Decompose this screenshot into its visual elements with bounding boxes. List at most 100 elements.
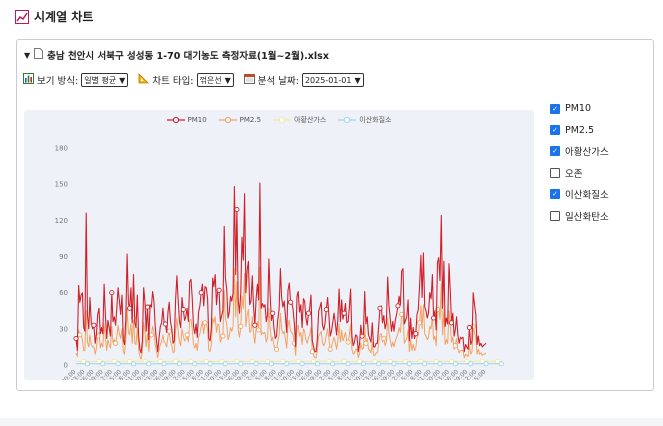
analysis-date-control: 분석 날짜: 2025-01-01 ▼ — [243, 73, 364, 87]
data-point — [466, 325, 472, 331]
data-point — [314, 361, 320, 367]
chart-area: PM10 PM2.5 아황산가스 이산화질소 03060901201501800… — [24, 110, 534, 380]
data-point — [323, 306, 329, 313]
data-point — [468, 361, 474, 367]
data-point — [220, 333, 226, 339]
data-point — [161, 361, 167, 367]
pollutant-option-o3[interactable]: 오존 — [550, 162, 609, 183]
data-point — [222, 361, 228, 367]
y-tick-label: 120 — [55, 217, 68, 225]
pollutant-option-so2[interactable]: ✓ 아황산가스 — [550, 141, 609, 162]
pollutant-option-co[interactable]: 일산화탄소 — [550, 205, 609, 226]
data-point — [91, 322, 97, 328]
data-point — [176, 361, 183, 367]
collapse-caret-icon[interactable]: ▼ — [24, 51, 30, 60]
data-point — [448, 320, 455, 326]
analysis-date-select[interactable]: 2025-01-01 ▼ — [301, 73, 364, 87]
checkbox-so2[interactable]: ✓ — [550, 146, 560, 157]
data-point — [341, 310, 347, 316]
pollutant-option-pm10[interactable]: ✓ PM10 — [550, 98, 609, 119]
data-point — [273, 346, 280, 352]
y-tick-label: 60 — [59, 289, 68, 297]
checkbox-pm10[interactable]: ✓ — [550, 103, 560, 114]
page-title: 시계열 차트 — [34, 10, 94, 24]
bar-chart-icon — [23, 73, 34, 87]
data-point — [238, 323, 244, 329]
data-point — [144, 304, 151, 310]
pollutant-checklist: ✓ PM10 ✓ PM2.5 ✓ 아황산가스 오존 ✓ 이산화질소 일산화탄소 — [550, 98, 609, 226]
data-point — [288, 299, 294, 305]
data-point — [381, 335, 387, 342]
data-point — [437, 361, 443, 367]
data-point — [327, 346, 333, 352]
data-point — [391, 361, 397, 367]
data-point — [207, 361, 213, 367]
pollutant-option-pm25[interactable]: ✓ PM2.5 — [550, 119, 609, 140]
checkbox-pm25[interactable]: ✓ — [550, 125, 560, 136]
data-point — [148, 332, 154, 338]
data-point — [413, 331, 419, 337]
data-point — [406, 361, 412, 367]
data-point — [162, 321, 168, 327]
triangle-ruler-icon — [138, 73, 150, 87]
y-tick-label: 90 — [59, 253, 68, 261]
data-point — [234, 358, 240, 364]
data-point — [422, 361, 428, 367]
data-point — [238, 361, 244, 367]
checkbox-no2[interactable]: ✓ — [550, 189, 560, 200]
checkbox-co[interactable] — [550, 210, 560, 221]
data-point — [234, 206, 240, 213]
data-point — [115, 361, 121, 367]
pollutant-label-no2: 이산화질소 — [565, 190, 609, 202]
data-point — [173, 358, 179, 364]
chart-type-select[interactable]: 꺾은선 ▼ — [196, 73, 234, 87]
data-point — [395, 303, 401, 309]
chevron-down-icon: ▼ — [119, 75, 126, 85]
data-point — [202, 320, 208, 326]
data-point — [452, 361, 458, 367]
data-point — [452, 343, 458, 349]
data-point — [270, 310, 276, 316]
data-point — [77, 332, 83, 338]
file-icon — [34, 48, 44, 62]
data-point — [376, 361, 382, 367]
y-tick-label: 30 — [59, 325, 68, 333]
y-tick-label: 0 — [64, 362, 68, 370]
file-header[interactable]: ▼ 충남 천안시 서북구 성성동 1-70 대기농도 측정자료(1월~2월).x… — [24, 48, 329, 62]
line-chart: 030609012015018001-01 00:0001-02 03:0001… — [47, 145, 504, 380]
pollutant-option-no2[interactable]: ✓ 이산화질소 — [550, 184, 609, 205]
view-mode-control: 보기 방식: 일별 평균 ▼ — [23, 73, 129, 87]
line-chart-icon — [15, 9, 29, 24]
analysis-date-label: 분석 날짜: — [257, 76, 299, 87]
data-point — [109, 290, 115, 296]
data-point — [309, 349, 315, 355]
data-point — [73, 335, 79, 342]
data-point — [268, 361, 274, 367]
data-point — [216, 287, 222, 293]
y-tick-label: 150 — [55, 181, 68, 189]
data-point — [360, 361, 366, 367]
data-point — [417, 320, 423, 326]
chart-controls: 보기 방식: 일별 평균 ▼ 차트 타입: 꺾은선 ▼ 분석 날짜: 2025-… — [23, 73, 374, 87]
view-mode-select[interactable]: 일별 평균 ▼ — [81, 73, 129, 87]
checkbox-o3[interactable] — [550, 167, 560, 178]
pollutant-label-pm10: PM10 — [565, 103, 592, 115]
data-point — [345, 339, 351, 345]
data-point — [464, 358, 470, 364]
pollutant-label-o3: 오존 — [565, 168, 583, 180]
data-point — [256, 327, 262, 333]
analysis-date-value: 2025-01-01 — [304, 75, 352, 85]
data-point — [84, 361, 91, 367]
data-point — [305, 310, 312, 316]
data-point — [166, 328, 172, 334]
data-point — [184, 332, 190, 338]
data-point — [341, 358, 347, 364]
page: 시계열 차트 ▼ 충남 천안시 서북구 성성동 1-70 대기농도 측정자료(1… — [0, 0, 663, 418]
chart-type-label: 차트 타입: — [152, 76, 194, 87]
data-point — [252, 322, 258, 328]
page-header: 시계열 차트 — [15, 8, 93, 25]
data-point — [399, 311, 405, 317]
pollutant-label-co: 일산화탄소 — [565, 211, 609, 223]
chevron-down-icon: ▼ — [224, 75, 231, 85]
data-point — [330, 361, 336, 367]
